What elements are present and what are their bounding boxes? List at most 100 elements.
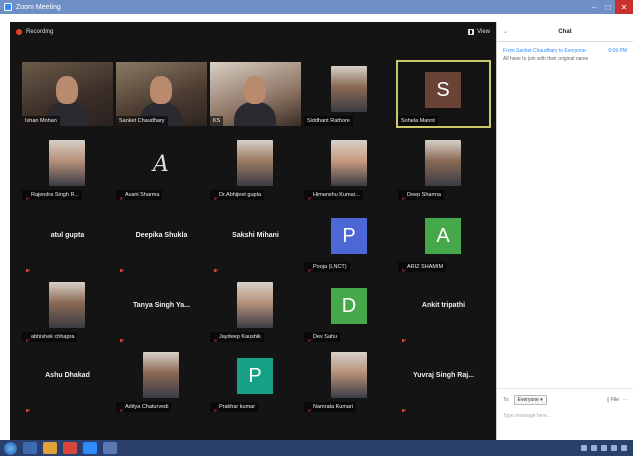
participant-tile[interactable]: Dr.Abhijeet gupta xyxy=(210,136,301,200)
participant-tile[interactable]: A Avani Sharma xyxy=(116,136,207,200)
chevron-down-icon[interactable]: ⌄ xyxy=(503,28,523,35)
participant-name-label: Avani Sharma xyxy=(116,190,163,200)
participant-name-text: Ashu Dhakad xyxy=(45,372,90,379)
chat-message-text: All have to join with their original nam… xyxy=(503,56,589,62)
recipient-select[interactable]: Everyone ▾ xyxy=(513,395,547,405)
participant-tile[interactable]: Jaydeep Kaushik xyxy=(210,278,301,342)
participant-tile[interactable]: Ashu Dhakad xyxy=(22,348,113,412)
participant-photo xyxy=(49,282,85,328)
view-label: View xyxy=(477,29,490,35)
participant-tile[interactable]: Ishan Mohan xyxy=(22,62,113,126)
participant-name-label: Himanshu Kumar... xyxy=(304,190,363,200)
participant-tile[interactable]: Deepika Shukla xyxy=(116,208,207,272)
mic-muted-icon xyxy=(212,263,219,272)
maximize-button[interactable]: □ xyxy=(601,0,615,14)
participant-photo xyxy=(49,140,85,186)
to-label: To: xyxy=(503,397,510,403)
chat-header: ⌄ Chat xyxy=(497,22,633,42)
participant-tile[interactable]: P Pooja (LNCT) xyxy=(304,208,395,272)
system-tray xyxy=(581,445,633,451)
minimize-button[interactable]: – xyxy=(587,0,601,14)
participant-tile[interactable]: Rajendra Singh R... xyxy=(22,136,113,200)
participant-tile[interactable]: Himanshu Kumar... xyxy=(304,136,395,200)
participant-tile[interactable]: Ankit tripathi xyxy=(398,278,489,342)
battery-icon[interactable] xyxy=(611,445,617,451)
participant-body xyxy=(234,102,276,126)
participant-avatar: P xyxy=(331,218,367,254)
participant-name-label: Pooja (LNCT) xyxy=(304,262,350,272)
participant-photo xyxy=(331,66,367,112)
participant-tile[interactable]: KS xyxy=(210,62,301,126)
participant-name-label: Ishan Mohan xyxy=(22,116,60,126)
volume-icon[interactable] xyxy=(591,445,597,451)
start-button-icon[interactable] xyxy=(4,441,17,455)
participant-name-label: Siddhant Rathore xyxy=(304,116,353,126)
participant-tile[interactable]: Yuvraj Singh Raj... xyxy=(398,348,489,412)
participant-name-label: abhishek chhapra xyxy=(22,332,78,342)
clock[interactable] xyxy=(621,445,627,451)
mic-muted-icon xyxy=(118,333,125,342)
taskbar-app-icon[interactable] xyxy=(103,442,117,454)
participant-tile[interactable]: Sanket Chaudhary xyxy=(116,62,207,126)
participant-name-label: Aditya Chaturvedi xyxy=(116,402,172,412)
chrome-icon[interactable] xyxy=(63,442,77,454)
chat-title: Chat xyxy=(558,28,572,35)
participant-photo xyxy=(143,352,179,398)
participant-name-label: ARIZ SHAMIM xyxy=(398,262,447,272)
participant-tile[interactable]: P Prakhar kumar xyxy=(210,348,301,412)
view-button[interactable]: View xyxy=(468,29,490,35)
participant-tile[interactable]: S Sohela Mannt xyxy=(396,60,491,128)
chat-message-time: 0:09 PM xyxy=(608,48,627,54)
file-button[interactable]: ▯ File xyxy=(607,397,619,403)
participant-face xyxy=(150,76,172,104)
participant-video xyxy=(210,62,301,126)
recording-icon xyxy=(16,29,22,35)
participant-photo xyxy=(237,282,273,328)
network-icon[interactable] xyxy=(581,445,587,451)
participant-photo xyxy=(237,140,273,186)
participant-tile[interactable]: abhishek chhapra xyxy=(22,278,113,342)
participant-name-label: KS xyxy=(210,116,224,126)
taskbar-app-icon[interactable] xyxy=(23,442,37,454)
flag-icon[interactable] xyxy=(601,445,607,451)
participant-tile[interactable]: Sakshi Mihani xyxy=(210,208,301,272)
participant-tile[interactable]: atul gupta xyxy=(22,208,113,272)
windows-taskbar xyxy=(0,440,633,456)
participant-tile[interactable]: A ARIZ SHAMIM xyxy=(398,208,489,272)
mic-muted-icon xyxy=(400,333,407,342)
participant-name-label: Sanket Chaudhary xyxy=(116,116,168,126)
file-label: File xyxy=(610,397,619,403)
participant-name-label: Prakhar kumar xyxy=(210,402,259,412)
participant-name-text: Deepika Shukla xyxy=(135,232,188,239)
participant-name-label: Sohela Mannt xyxy=(398,116,438,126)
more-options-button[interactable]: ··· xyxy=(623,397,628,403)
mic-muted-icon xyxy=(24,403,31,412)
file-icon: ▯ xyxy=(606,397,610,403)
participant-tile[interactable]: Aditya Chaturvedi xyxy=(116,348,207,412)
chat-message-sender: From Sanket Chaudhary to Everyone: xyxy=(503,48,587,54)
mic-muted-icon xyxy=(118,263,125,272)
close-button[interactable]: ✕ xyxy=(615,0,633,14)
participant-name-text: Tanya Singh Ya... xyxy=(133,302,190,309)
participant-tile[interactable]: Siddhant Rathore xyxy=(304,62,395,126)
zoom-taskbar-icon[interactable] xyxy=(83,442,97,454)
participant-name-label: Rajendra Singh R... xyxy=(22,190,82,200)
chat-panel: ⌄ Chat From Sanket Chaudhary to Everyone… xyxy=(496,22,633,440)
participant-photo xyxy=(331,140,367,186)
participant-avatar: A xyxy=(425,218,461,254)
participant-name-label: Deep Sharma xyxy=(398,190,444,200)
participant-name-text: Sakshi Mihani xyxy=(232,232,279,239)
folder-icon[interactable] xyxy=(43,442,57,454)
participant-tile[interactable]: Namrata Kumari xyxy=(304,348,395,412)
participant-photo xyxy=(331,352,367,398)
participant-name-text: Yuvraj Singh Raj... xyxy=(412,372,475,379)
participant-avatar: S xyxy=(425,72,461,108)
chat-message-input[interactable]: Type message here... xyxy=(503,413,628,419)
participant-tile[interactable]: Deep Sharma xyxy=(398,136,489,200)
participant-gallery: Ishan Mohan Sanket Chaudhary KS Siddhant Ra… xyxy=(22,60,494,422)
participant-name-label: Dev Sahu xyxy=(304,332,341,342)
participant-tile[interactable]: D Dev Sahu xyxy=(304,278,395,342)
mic-muted-icon xyxy=(24,263,31,272)
participant-tile[interactable]: Tanya Singh Ya... xyxy=(116,278,207,342)
participant-face xyxy=(56,76,78,104)
